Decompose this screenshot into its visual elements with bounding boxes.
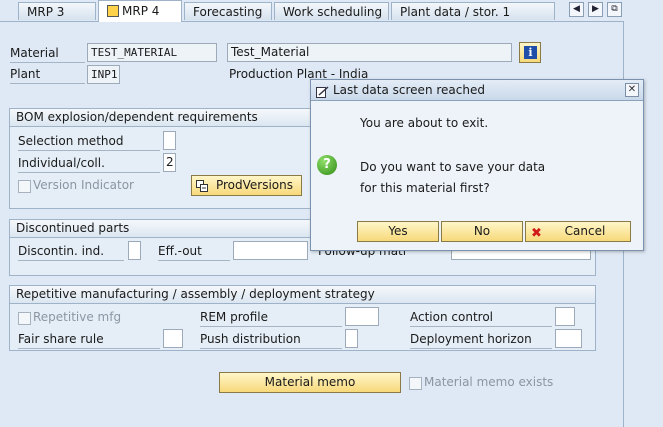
repetitive-mfg-label: Repetitive mfg: [33, 310, 122, 324]
selection-method-label: Selection method: [18, 134, 124, 148]
material-memo-exists-label: Material memo exists: [424, 375, 554, 389]
dialog-message-line3: for this material first?: [360, 181, 490, 195]
discontin-ind-field[interactable]: [128, 241, 141, 260]
action-control-underline: [410, 326, 552, 327]
tab-next-icon[interactable]: ▶: [588, 2, 603, 17]
dialog-message-line1: You are about to exit.: [360, 116, 489, 130]
material-memo-exists-checkbox[interactable]: [409, 377, 422, 390]
deployment-horizon-field[interactable]: [555, 329, 582, 348]
rem-profile-label: REM profile: [200, 310, 268, 324]
plant-label: Plant: [10, 67, 41, 81]
tab-label: Plant data / stor. 1: [400, 5, 511, 19]
version-indicator-checkbox[interactable]: [18, 180, 31, 193]
rem-profile-field[interactable]: [345, 307, 379, 326]
push-distribution-underline: [200, 348, 342, 349]
discontin-ind-label: Discontin. ind.: [18, 244, 105, 258]
tab-label: MRP 3: [27, 5, 65, 19]
deployment-horizon-label: Deployment horizon: [410, 332, 532, 346]
tab-label: Forecasting: [193, 5, 263, 19]
fair-share-rule-label: Fair share rule: [18, 332, 104, 346]
active-tab-icon: [107, 5, 119, 17]
info-icon: i: [524, 46, 537, 59]
material-field[interactable]: TEST_MATERIAL: [87, 43, 217, 62]
tab-plant-data-stor1[interactable]: Plant data / stor. 1: [391, 2, 555, 20]
action-control-label: Action control: [410, 310, 493, 324]
material-label: Material: [10, 46, 59, 60]
edit-document-icon: [316, 84, 329, 98]
tab-strip: MRP 3 MRP 4 Forecasting Work scheduling …: [0, 0, 663, 22]
prodversions-icon: [196, 179, 208, 192]
tab-prev-icon[interactable]: ◀: [569, 2, 584, 17]
selection-method-underline: [18, 150, 160, 151]
individual-coll-underline: [18, 172, 160, 173]
push-distribution-label: Push distribution: [200, 332, 301, 346]
tab-label: Work scheduling: [283, 5, 383, 19]
plant-field[interactable]: INP1: [87, 65, 120, 84]
close-icon[interactable]: ✕: [625, 83, 639, 97]
dialog-title: Last data screen reached: [333, 83, 485, 97]
version-indicator-label: Version Indicator: [33, 178, 134, 192]
deployment-horizon-underline: [410, 348, 552, 349]
exit-dialog: Last data screen reached ✕ You are about…: [310, 79, 644, 251]
eff-out-underline: [158, 260, 230, 261]
selection-method-field[interactable]: [163, 131, 176, 150]
question-icon: ?: [317, 155, 337, 175]
dialog-title-bar: Last data screen reached ✕: [311, 80, 643, 101]
material-description-field[interactable]: Test_Material: [227, 43, 512, 62]
individual-coll-field[interactable]: 2: [163, 153, 176, 172]
material-memo-button[interactable]: Material memo: [219, 372, 401, 393]
repetitive-group-title: Repetitive manufacturing / assembly / de…: [10, 286, 595, 304]
prodversions-label: ProdVersions: [215, 178, 294, 192]
individual-coll-label: Individual/coll.: [18, 156, 105, 170]
cancel-label: Cancel: [564, 224, 606, 238]
no-button[interactable]: No: [441, 221, 523, 242]
tab-forecasting[interactable]: Forecasting: [184, 2, 272, 20]
fair-share-rule-field[interactable]: [163, 329, 183, 348]
tab-label: MRP 4: [122, 4, 160, 18]
prodversions-button[interactable]: ProdVersions: [191, 175, 302, 196]
tab-work-scheduling[interactable]: Work scheduling: [274, 2, 389, 20]
tab-mrp3[interactable]: MRP 3: [18, 2, 96, 20]
dialog-message-line2: Do you want to save your data: [360, 160, 546, 174]
tab-list-icon[interactable]: ⧉: [607, 2, 622, 17]
repetitive-mfg-checkbox[interactable]: [18, 312, 31, 325]
tab-mrp4[interactable]: MRP 4: [98, 0, 182, 22]
yes-button[interactable]: Yes: [357, 221, 439, 242]
eff-out-field[interactable]: [233, 241, 308, 260]
push-distribution-field[interactable]: [345, 329, 358, 348]
cancel-button[interactable]: ✖ Cancel: [525, 221, 631, 242]
discontin-ind-underline: [18, 260, 124, 261]
action-control-field[interactable]: [555, 307, 575, 326]
eff-out-label: Eff.-out: [158, 244, 202, 258]
cancel-x-icon: ✖: [531, 226, 542, 241]
info-button[interactable]: i: [519, 42, 541, 63]
rem-profile-underline: [200, 326, 342, 327]
material-label-underline: [10, 62, 85, 63]
fair-share-rule-underline: [18, 348, 160, 349]
plant-label-underline: [10, 83, 85, 84]
